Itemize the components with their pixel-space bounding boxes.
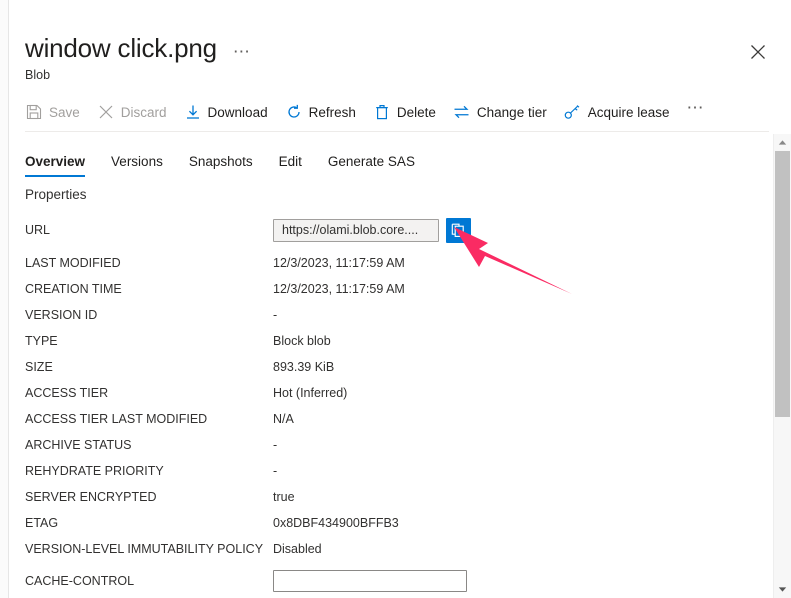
acquire-lease-button[interactable]: Acquire lease bbox=[564, 98, 670, 126]
property-label: VERSION-LEVEL IMMUTABILITY POLICY bbox=[25, 542, 264, 556]
table-row: TYPE Block blob bbox=[25, 328, 765, 354]
vertical-scrollbar[interactable] bbox=[773, 134, 791, 598]
refresh-icon bbox=[285, 103, 303, 121]
properties-list: URL https://olami.blob.core.... LAST MOD… bbox=[25, 210, 765, 598]
table-row: LAST MODIFIED 12/3/2023, 11:17:59 AM bbox=[25, 250, 765, 276]
discard-button[interactable]: Discard bbox=[97, 98, 167, 126]
table-row: ETAG 0x8DBF434900BFFB3 bbox=[25, 510, 765, 536]
cache-control-input[interactable] bbox=[273, 570, 467, 592]
scroll-up-arrow-icon bbox=[778, 140, 787, 145]
property-value: - bbox=[273, 438, 278, 452]
blade-left-gutter bbox=[0, 0, 8, 598]
delete-button-label: Delete bbox=[396, 104, 436, 120]
url-value-group: https://olami.blob.core.... bbox=[273, 217, 471, 243]
save-button[interactable]: Save bbox=[25, 98, 80, 126]
delete-icon bbox=[373, 103, 391, 121]
title-more-menu-button[interactable]: ⋯ bbox=[233, 43, 252, 60]
table-row: ARCHIVE STATUS - bbox=[25, 432, 765, 458]
tab-edit[interactable]: Edit bbox=[279, 154, 302, 177]
table-row: VERSION ID - bbox=[25, 302, 765, 328]
property-label: ACCESS TIER bbox=[25, 386, 109, 400]
refresh-button[interactable]: Refresh bbox=[285, 98, 356, 126]
scroll-down-button[interactable] bbox=[774, 581, 791, 598]
table-row: ACCESS TIER Hot (Inferred) bbox=[25, 380, 765, 406]
blade-header: window click.png ⋯ bbox=[25, 33, 251, 64]
discard-icon bbox=[97, 103, 115, 121]
property-value: Block blob bbox=[273, 334, 331, 348]
scroll-up-button[interactable] bbox=[774, 134, 791, 151]
table-row: REHYDRATE PRIORITY - bbox=[25, 458, 765, 484]
property-value: 12/3/2023, 11:17:59 AM bbox=[273, 282, 405, 296]
property-value: - bbox=[273, 464, 278, 478]
scroll-down-arrow-icon bbox=[778, 587, 787, 592]
refresh-button-label: Refresh bbox=[308, 104, 356, 120]
property-label: REHYDRATE PRIORITY bbox=[25, 464, 164, 478]
property-label: SIZE bbox=[25, 360, 53, 374]
property-label: CREATION TIME bbox=[25, 282, 122, 296]
url-readonly-field[interactable]: https://olami.blob.core.... bbox=[273, 218, 439, 242]
property-row-cache-control: CACHE-CONTROL bbox=[25, 562, 765, 598]
download-button[interactable]: Download bbox=[184, 98, 268, 126]
tab-overview[interactable]: Overview bbox=[25, 154, 86, 177]
table-row: ACCESS TIER LAST MODIFIED N/A bbox=[25, 406, 765, 432]
download-button-label: Download bbox=[207, 104, 268, 120]
copy-icon bbox=[451, 223, 464, 237]
property-value: Hot (Inferred) bbox=[273, 386, 348, 400]
save-button-label: Save bbox=[49, 104, 80, 120]
property-value: N/A bbox=[273, 412, 294, 426]
change-tier-button[interactable]: Change tier bbox=[453, 98, 547, 126]
tab-generate-sas[interactable]: Generate SAS bbox=[328, 154, 415, 177]
copy-url-button[interactable] bbox=[446, 217, 471, 243]
property-value: 12/3/2023, 11:17:59 AM bbox=[273, 256, 405, 270]
change-tier-icon bbox=[453, 103, 471, 121]
close-button[interactable] bbox=[747, 41, 769, 63]
tab-snapshots[interactable]: Snapshots bbox=[189, 154, 253, 177]
discard-button-label: Discard bbox=[120, 104, 167, 120]
property-value: true bbox=[273, 490, 295, 504]
acquire-lease-icon bbox=[564, 103, 582, 121]
close-icon bbox=[751, 45, 765, 59]
property-value: 893.39 KiB bbox=[273, 360, 335, 374]
toolbar-overflow-button[interactable]: ⋯ bbox=[687, 98, 706, 127]
command-bar: Save Discard Download Refresh Delete Cha… bbox=[25, 98, 705, 126]
table-row: SERVER ENCRYPTED true bbox=[25, 484, 765, 510]
acquire-lease-button-label: Acquire lease bbox=[587, 104, 670, 120]
table-row: VERSION-LEVEL IMMUTABILITY POLICY Disabl… bbox=[25, 536, 765, 562]
property-label: ETAG bbox=[25, 516, 59, 530]
blade-content: window click.png ⋯ Blob Save Discard Dow… bbox=[9, 0, 791, 598]
blade-subtitle: Blob bbox=[25, 68, 51, 82]
property-label: VERSION ID bbox=[25, 308, 98, 322]
page-title: window click.png bbox=[25, 33, 217, 63]
property-label-url: URL bbox=[25, 223, 51, 237]
property-label: TYPE bbox=[25, 334, 58, 348]
command-bar-divider bbox=[25, 131, 769, 132]
property-label-cache-control: CACHE-CONTROL bbox=[25, 574, 135, 588]
property-value: Disabled bbox=[273, 542, 322, 556]
property-label: ARCHIVE STATUS bbox=[25, 438, 132, 452]
tab-versions[interactable]: Versions bbox=[111, 154, 163, 177]
azure-blob-properties-blade: window click.png ⋯ Blob Save Discard Dow… bbox=[0, 0, 791, 598]
property-row-url: URL https://olami.blob.core.... bbox=[25, 210, 765, 250]
tab-bar: Overview Versions Snapshots Edit Generat… bbox=[25, 145, 441, 177]
delete-button[interactable]: Delete bbox=[373, 98, 436, 126]
change-tier-button-label: Change tier bbox=[476, 104, 547, 120]
download-icon bbox=[184, 103, 202, 121]
property-label: SERVER ENCRYPTED bbox=[25, 490, 157, 504]
property-value: 0x8DBF434900BFFB3 bbox=[273, 516, 399, 530]
table-row: SIZE 893.39 KiB bbox=[25, 354, 765, 380]
property-label: LAST MODIFIED bbox=[25, 256, 121, 270]
properties-section-title: Properties bbox=[25, 187, 87, 202]
scrollbar-thumb[interactable] bbox=[775, 151, 790, 417]
table-row: CREATION TIME 12/3/2023, 11:17:59 AM bbox=[25, 276, 765, 302]
property-label: ACCESS TIER LAST MODIFIED bbox=[25, 412, 208, 426]
property-value: - bbox=[273, 308, 278, 322]
save-icon bbox=[25, 103, 43, 121]
